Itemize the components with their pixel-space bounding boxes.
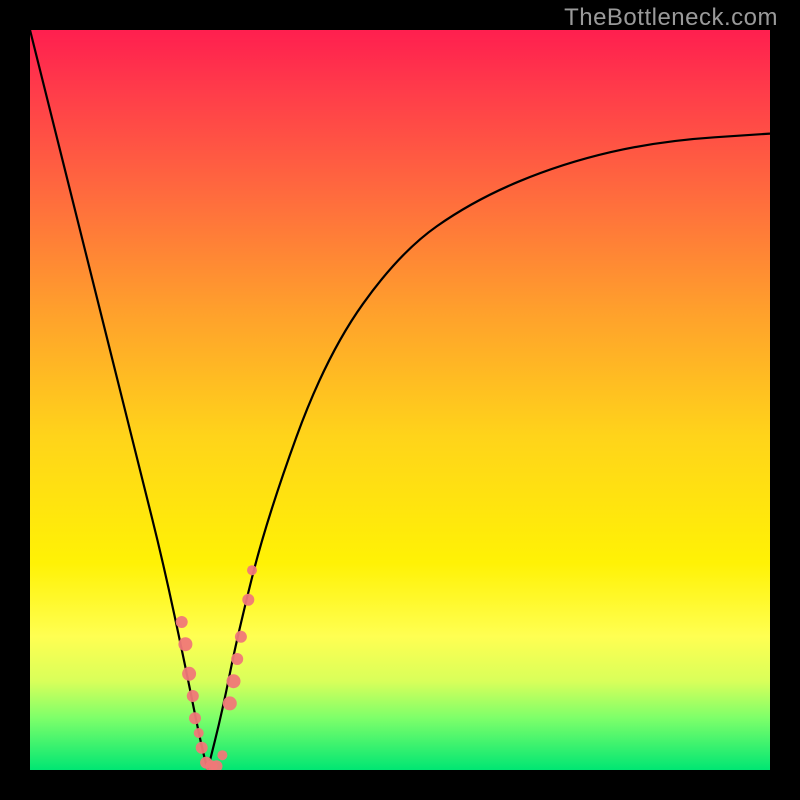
data-point [223, 696, 237, 710]
plot-area [30, 30, 770, 770]
chart-frame: TheBottleneck.com [0, 0, 800, 800]
data-point [217, 750, 227, 760]
data-point [231, 653, 243, 665]
data-point [182, 667, 196, 681]
data-point [187, 690, 199, 702]
data-point [196, 742, 208, 754]
data-point [189, 712, 201, 724]
data-point [194, 728, 204, 738]
points-group [176, 565, 257, 770]
points-layer [30, 30, 770, 770]
data-point [176, 616, 188, 628]
data-point [242, 594, 254, 606]
data-point [235, 631, 247, 643]
watermark-text: TheBottleneck.com [564, 4, 778, 32]
data-point [247, 565, 257, 575]
data-point [227, 674, 241, 688]
data-point [178, 637, 192, 651]
